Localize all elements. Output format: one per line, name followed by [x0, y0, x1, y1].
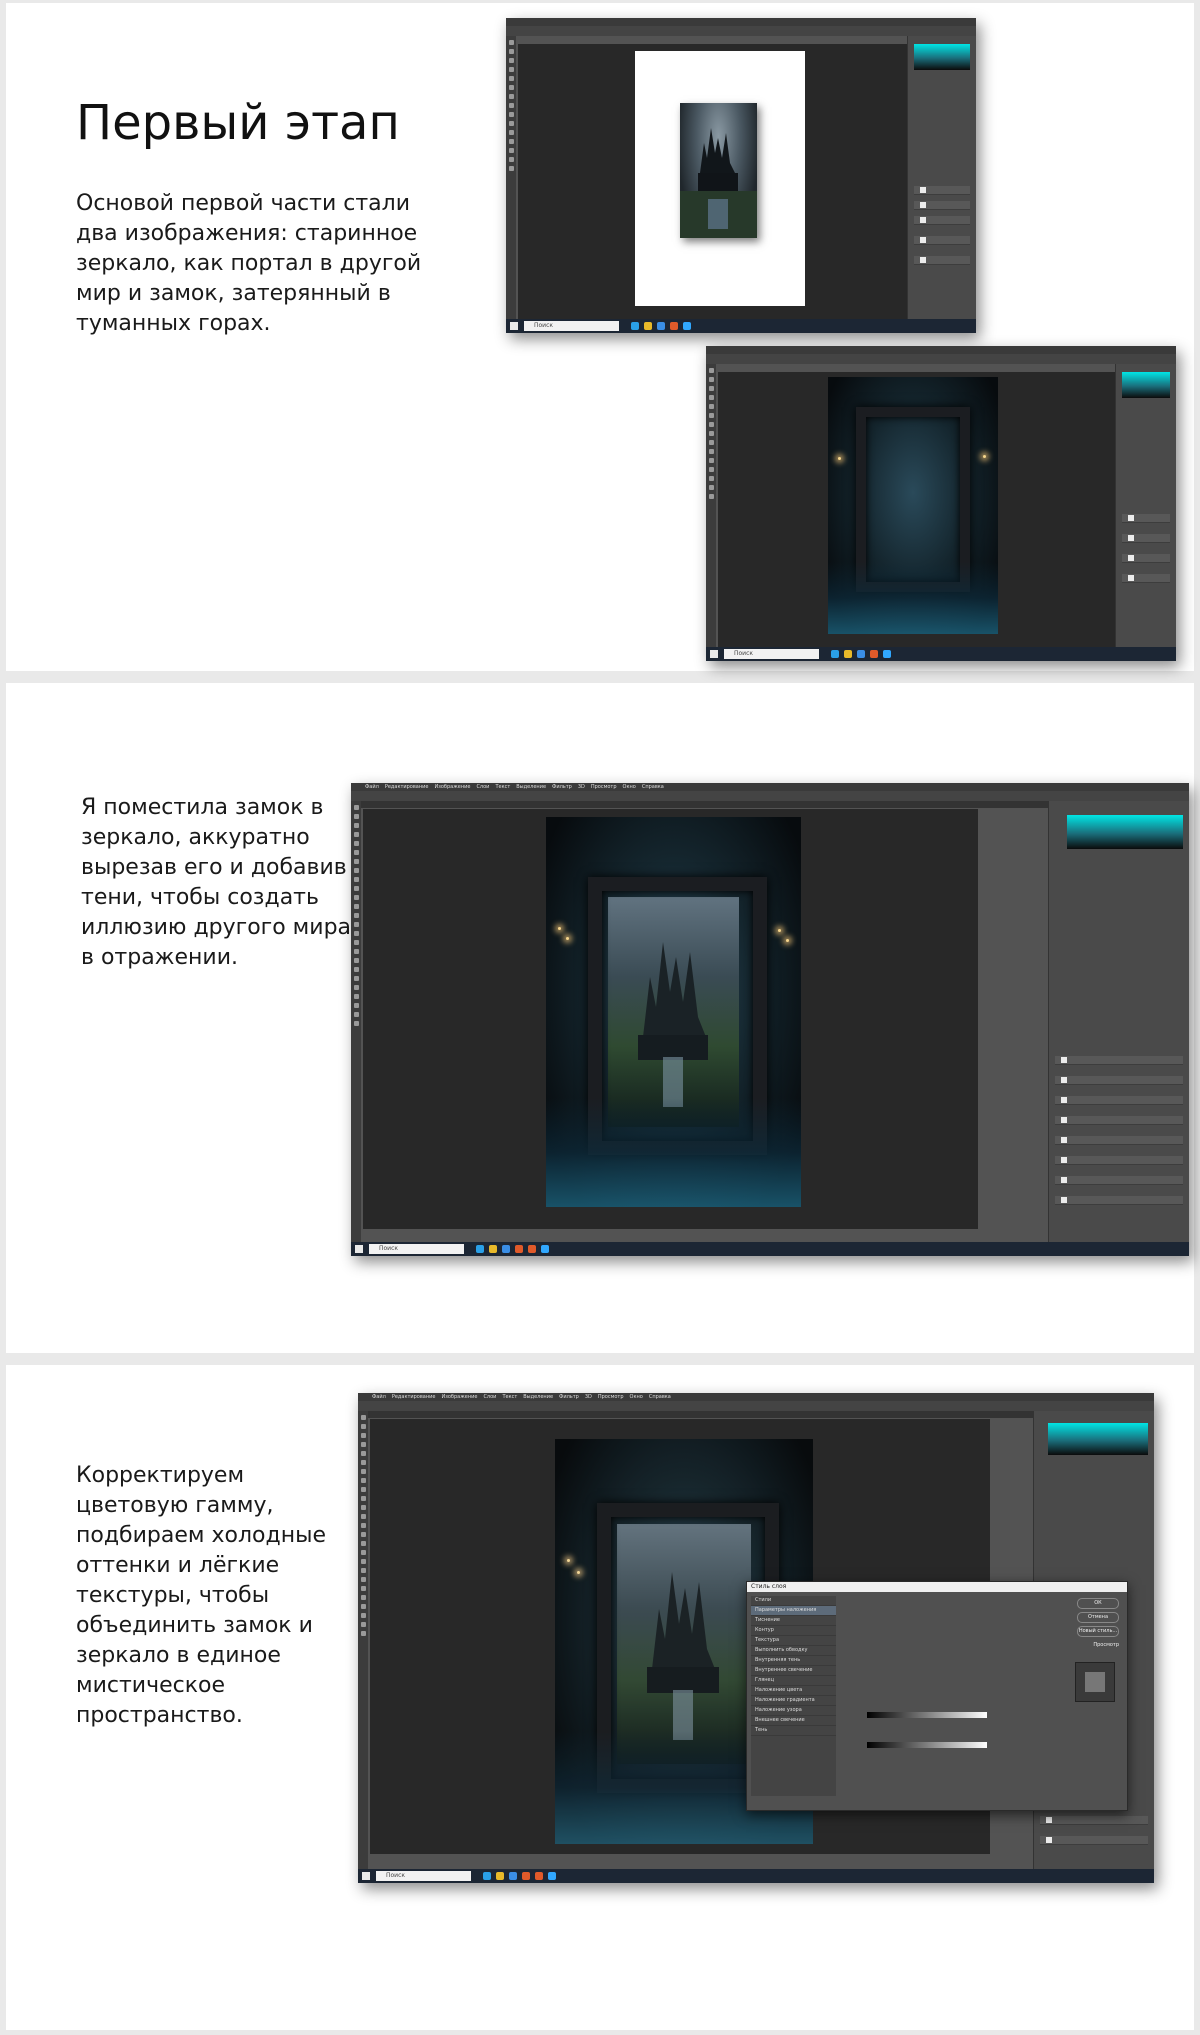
- cancel-button[interactable]: Отмена: [1077, 1612, 1119, 1623]
- ok-button[interactable]: ОК: [1077, 1598, 1119, 1609]
- tools-panel: [358, 1411, 368, 1869]
- text-line: зеркало в единое: [76, 1643, 281, 1668]
- castle-image: [680, 103, 757, 238]
- text-line: Я поместила замок в: [81, 795, 324, 820]
- style-list-item[interactable]: Наложение градиента: [751, 1696, 836, 1706]
- taskbar: Поиск: [358, 1869, 1154, 1883]
- preview-checkbox[interactable]: Просмотр: [1093, 1642, 1119, 1648]
- windows-start-icon[interactable]: [362, 1872, 370, 1880]
- composite-image: [546, 817, 801, 1207]
- style-preview: [1075, 1662, 1115, 1702]
- canvas-area: [363, 809, 978, 1229]
- style-list-item[interactable]: Глянец: [751, 1676, 836, 1686]
- text-line: мистическое: [76, 1673, 226, 1698]
- style-list-item[interactable]: Параметры наложения: [751, 1606, 836, 1616]
- menu-bar: Файл Редактирование Изображение Слои Текст Вы…: [358, 1393, 1154, 1401]
- taskbar: Поиск: [506, 319, 976, 333]
- style-list-item[interactable]: Наложение узора: [751, 1706, 836, 1716]
- options-bar: [358, 1401, 1154, 1411]
- document-canvas: [635, 51, 805, 306]
- style-list-item[interactable]: Контур: [751, 1626, 836, 1636]
- castle-silhouette: [680, 128, 757, 238]
- style-list-item[interactable]: Стили: [751, 1596, 836, 1606]
- section2-paragraph: Я поместила замок в зеркало, аккуратно в…: [81, 793, 351, 973]
- right-panels: [1048, 801, 1189, 1242]
- blend-slider[interactable]: [867, 1712, 987, 1718]
- taskbar-apps: [831, 650, 891, 658]
- text-line: туманных горах.: [76, 311, 271, 336]
- taskbar-search[interactable]: Поиск: [524, 321, 619, 331]
- color-picker: [1048, 1423, 1148, 1455]
- right-panels: [907, 36, 976, 319]
- tools-panel: [351, 801, 361, 1242]
- text-line: в отражении.: [81, 945, 239, 970]
- slide-castle-in-mirror: Я поместила замок в зеркало, аккуратно в…: [6, 683, 1194, 1353]
- photoshop-screenshot-castle: Поиск: [506, 18, 976, 333]
- taskbar: Поиск: [351, 1242, 1189, 1256]
- style-list-item[interactable]: Внутреннее свечение: [751, 1666, 836, 1676]
- menu-bar: Файл Редактирование Изображение Слои Текст Вы…: [351, 783, 1189, 791]
- taskbar-apps: [476, 1245, 549, 1253]
- style-list-item[interactable]: Внешнее свечение: [751, 1716, 836, 1726]
- text-line: текстуры, чтобы: [76, 1583, 270, 1608]
- layer-style-dialog: Стиль слоя Стили Параметры наложения Тис…: [746, 1581, 1128, 1811]
- color-picker: [1067, 815, 1183, 849]
- taskbar: Поиск: [706, 647, 1176, 661]
- text-line: вырезав его и добавив: [81, 855, 347, 880]
- new-style-button[interactable]: Новый стиль...: [1077, 1626, 1119, 1637]
- text-line: оттенки и лёгкие: [76, 1553, 280, 1578]
- style-list-item[interactable]: Выполнить обводку: [751, 1646, 836, 1656]
- text-line: зеркало, аккуратно: [81, 825, 310, 850]
- windows-start-icon[interactable]: [710, 650, 718, 658]
- text-line: Корректируем: [76, 1463, 245, 1488]
- menu-bar: [706, 346, 1176, 354]
- photoshop-screenshot-layer-style: Файл Редактирование Изображение Слои Текст Вы…: [358, 1393, 1154, 1883]
- dialog-title: Стиль слоя: [747, 1582, 1127, 1592]
- text-line: цветовую гамму,: [76, 1493, 274, 1518]
- photoshop-screenshot-mirror: Поиск: [706, 346, 1176, 661]
- photoshop-screenshot-composite: Файл Редактирование Изображение Слои Текст Вы…: [351, 783, 1189, 1256]
- style-list-item[interactable]: Текстура: [751, 1636, 836, 1646]
- windows-start-icon[interactable]: [510, 322, 518, 330]
- menu-bar: [506, 18, 976, 26]
- style-list-item[interactable]: Наложение цвета: [751, 1686, 836, 1696]
- text-line: пространство.: [76, 1703, 243, 1728]
- section3-paragraph: Корректируем цветовую гамму, подбираем х…: [76, 1461, 326, 1731]
- options-bar: [506, 26, 976, 36]
- blend-slider[interactable]: [867, 1742, 987, 1748]
- taskbar-apps: [483, 1872, 556, 1880]
- canvas-area: [718, 372, 1118, 647]
- mirror-image: [828, 377, 998, 634]
- taskbar-search[interactable]: Поиск: [369, 1244, 464, 1254]
- taskbar-search[interactable]: Поиск: [376, 1871, 471, 1881]
- slide-first-stage: Первый этап Основой первой части стали д…: [6, 3, 1194, 671]
- text-line: Основой первой части стали: [76, 191, 411, 216]
- text-line: два изображения: старинное: [76, 221, 418, 246]
- style-list: Стили Параметры наложения Тиснение Конту…: [751, 1596, 836, 1796]
- style-list-item[interactable]: Внутренняя тень: [751, 1656, 836, 1666]
- taskbar-apps: [631, 322, 691, 330]
- color-picker: [1122, 372, 1170, 398]
- style-list-item[interactable]: Тень: [751, 1726, 836, 1736]
- text-line: зеркало, как портал в другой: [76, 251, 422, 276]
- options-bar: [706, 354, 1176, 364]
- style-list-item[interactable]: Тиснение: [751, 1616, 836, 1626]
- text-line: мир и замок, затерянный в: [76, 281, 391, 306]
- text-line: иллюзию другого мира: [81, 915, 352, 940]
- taskbar-search[interactable]: Поиск: [724, 649, 819, 659]
- options-bar: [351, 791, 1189, 801]
- tools-panel: [506, 36, 516, 319]
- canvas-area: [518, 44, 908, 319]
- text-line: тени, чтобы создать: [81, 885, 319, 910]
- section-title: Первый этап: [76, 95, 400, 151]
- section1-paragraph: Основой первой части стали два изображен…: [76, 189, 421, 339]
- color-picker: [914, 44, 970, 70]
- windows-start-icon[interactable]: [355, 1245, 363, 1253]
- text-line: подбираем холодные: [76, 1523, 326, 1548]
- slide-color-correction: Корректируем цветовую гамму, подбираем х…: [6, 1365, 1194, 2030]
- text-line: объединить замок и: [76, 1613, 313, 1638]
- tools-panel: [706, 364, 716, 647]
- right-panels: [1115, 364, 1176, 647]
